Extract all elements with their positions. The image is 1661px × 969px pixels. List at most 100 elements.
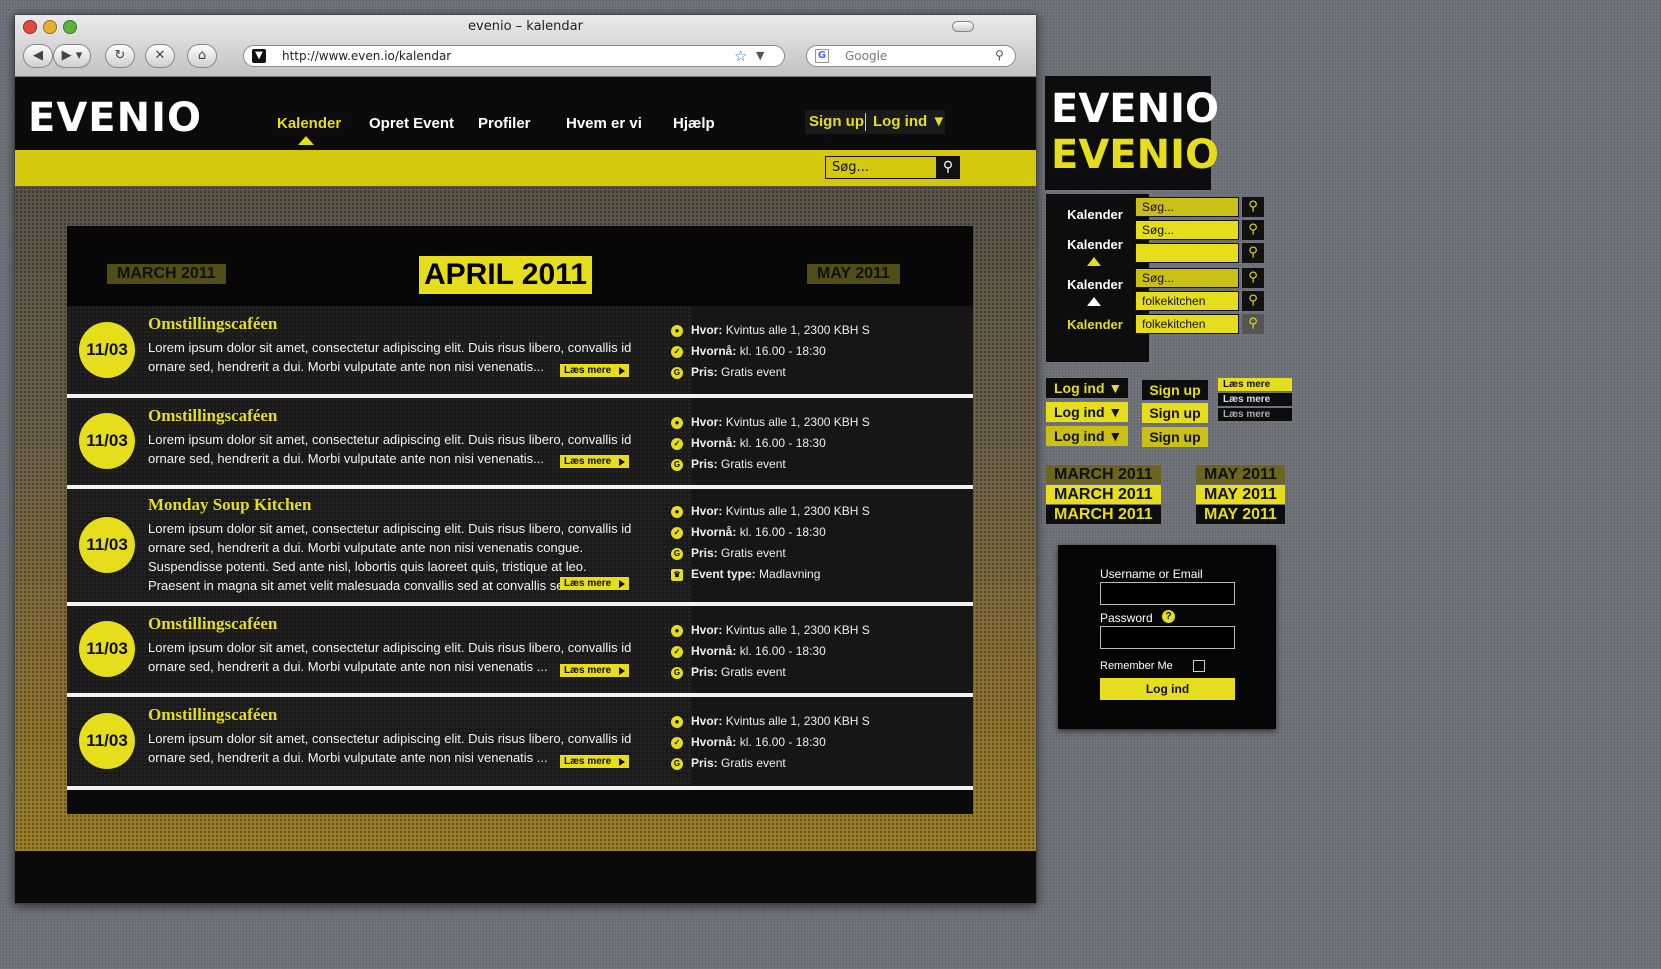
event-title[interactable]: Omstillingscaféen xyxy=(148,705,277,725)
stop-button[interactable]: ✕ xyxy=(145,44,175,68)
read-more-button[interactable]: Læs mere xyxy=(560,455,630,468)
magnifier-icon[interactable]: ⚲ xyxy=(995,48,1004,62)
event-title[interactable]: Monday Soup Kitchen xyxy=(148,495,311,515)
next-month-button[interactable]: MAY 2011 xyxy=(807,264,900,284)
login-button[interactable]: Log ind xyxy=(1100,678,1235,700)
signup-link[interactable]: Sign up xyxy=(809,113,864,130)
event-title[interactable]: Omstillingscaféen xyxy=(148,406,277,426)
prev-month-variant-3[interactable]: MARCH 2011 xyxy=(1046,505,1161,524)
event-info: ● Hvor: Kvintus alle 1, 2300 KBH S ✓ Hvorn… xyxy=(671,711,971,774)
search-icon[interactable]: ⚲ xyxy=(1242,243,1264,263)
nav-states-panel: Kalender Kalender Kalender Kalender xyxy=(1046,194,1149,362)
username-input[interactable] xyxy=(1100,582,1235,605)
next-month-variant-2[interactable]: MAY 2011 xyxy=(1196,485,1285,504)
info-price: G Pris: Gratis event xyxy=(671,362,971,383)
login-variant-2[interactable]: Log ind ▼ xyxy=(1046,402,1128,422)
prev-month-variant-2[interactable]: MARCH 2011 xyxy=(1046,485,1161,504)
browser-search-input[interactable]: G Google ⚲ xyxy=(806,45,1016,67)
info-price: G Pris: Gratis event xyxy=(671,543,971,564)
nav-state-selected: Kalender xyxy=(1067,317,1123,332)
event-row[interactable]: 11/03 Monday Soup Kitchen Lorem ipsum do… xyxy=(67,489,973,606)
bookmark-star-icon[interactable]: ☆ xyxy=(734,47,747,65)
location-pin-icon: ● xyxy=(671,716,683,728)
search-variant-2[interactable]: Søg... xyxy=(1135,220,1239,240)
logo-yellow: EVENIO xyxy=(1051,132,1219,178)
nav-hjaelp[interactable]: Hjælp xyxy=(673,115,715,132)
login-variant-3[interactable]: Log ind ▼ xyxy=(1046,426,1128,446)
google-icon[interactable]: G xyxy=(815,49,829,63)
nav-hvem-er-vi[interactable]: Hvem er vi xyxy=(566,115,642,132)
search-variant-6[interactable]: folkekitchen xyxy=(1135,314,1239,334)
read-more-button[interactable]: Læs mere xyxy=(560,577,630,590)
read-more-variant-2[interactable]: Læs mere xyxy=(1218,393,1292,406)
search-icon[interactable]: ⚲ xyxy=(1242,314,1264,334)
event-row[interactable]: 11/03 Omstillingscaféen Lorem ipsum dolo… xyxy=(67,398,973,489)
search-bar-strip: Søg... ⚲ xyxy=(15,150,1036,186)
check-clock-icon: ✓ xyxy=(671,346,683,358)
username-label: Username or Email xyxy=(1100,567,1203,581)
remember-checkbox[interactable] xyxy=(1193,660,1205,672)
info-where: ● Hvor: Kvintus alle 1, 2300 KBH S xyxy=(671,320,971,341)
info-price: G Pris: Gratis event xyxy=(671,753,971,774)
search-button[interactable]: ⚲ xyxy=(936,156,960,179)
site-logo[interactable]: EVENIO xyxy=(28,95,202,141)
triangle-yellow-icon xyxy=(1087,257,1101,266)
signup-variant-2[interactable]: Sign up xyxy=(1142,403,1208,423)
event-main: 11/03 Omstillingscaféen Lorem ipsum dolo… xyxy=(67,697,692,786)
read-more-variant-1[interactable]: Læs mere xyxy=(1218,378,1292,391)
signup-variant-3[interactable]: Sign up xyxy=(1142,427,1208,447)
address-bar[interactable]: ▼ http://www.even.io/kalendar ☆ ▼ xyxy=(243,45,785,67)
location-pin-icon: ● xyxy=(671,325,683,337)
search-icon[interactable]: ⚲ xyxy=(1242,197,1264,217)
read-more-button[interactable]: Læs mere xyxy=(560,755,630,768)
prev-month-button[interactable]: MARCH 2011 xyxy=(107,264,226,284)
password-label: Password xyxy=(1100,611,1153,625)
search-variant-1[interactable]: Søg... xyxy=(1135,197,1239,217)
info-when: ✓ Hvornå: kl. 16.00 - 18:30 xyxy=(671,433,971,454)
search-variant-5[interactable]: folkekitchen xyxy=(1135,291,1239,311)
event-row[interactable]: 11/03 Omstillingscaféen Lorem ipsum dolo… xyxy=(67,606,973,697)
signup-variant-1[interactable]: Sign up xyxy=(1142,380,1208,400)
price-icon: G xyxy=(671,758,683,770)
search-icon: ⚲ xyxy=(942,159,954,175)
chevron-down-icon[interactable]: ▼ xyxy=(756,49,764,62)
login-variant-1[interactable]: Log ind ▼ xyxy=(1046,378,1128,398)
info-where: ● Hvor: Kvintus alle 1, 2300 KBH S xyxy=(671,501,971,522)
event-date: 11/03 xyxy=(79,621,135,677)
nav-profiler[interactable]: Profiler xyxy=(478,115,531,132)
password-input[interactable] xyxy=(1100,626,1235,649)
read-more-button[interactable]: Læs mere xyxy=(560,664,630,677)
next-month-variant-3[interactable]: MAY 2011 xyxy=(1196,505,1285,524)
event-title[interactable]: Omstillingscaféen xyxy=(148,614,277,634)
event-info: ● Hvor: Kvintus alle 1, 2300 KBH S ✓ Hvorn… xyxy=(671,501,971,585)
search-variant-4[interactable]: Søg... xyxy=(1135,268,1239,288)
event-row[interactable]: 11/03 Omstillingscaféen Lorem ipsum dolo… xyxy=(67,306,973,398)
site-header: EVENIO Kalender Opret Event Profiler Hve… xyxy=(15,77,1036,150)
help-icon[interactable]: ? xyxy=(1162,610,1175,623)
auth-divider xyxy=(865,113,866,131)
nav-kalender[interactable]: Kalender xyxy=(277,115,341,132)
crown-icon: ♛ xyxy=(671,569,683,581)
home-button[interactable]: ⌂ xyxy=(187,44,217,68)
nav-opret-event[interactable]: Opret Event xyxy=(369,115,454,132)
search-variant-3[interactable] xyxy=(1135,243,1239,263)
info-type: ♛ Event type: Madlavning xyxy=(671,564,971,585)
back-button[interactable]: ◀ xyxy=(23,44,53,68)
toolbar-toggle-icon[interactable] xyxy=(952,21,974,32)
next-month-variant-1[interactable]: MAY 2011 xyxy=(1196,465,1285,484)
price-icon: G xyxy=(671,459,683,471)
read-more-variant-3[interactable]: Læs mere xyxy=(1218,408,1292,421)
reload-button[interactable]: ↻ xyxy=(105,44,135,68)
logo-variants-panel: EVENIO EVENIO xyxy=(1045,76,1219,190)
price-icon: G xyxy=(671,367,683,379)
read-more-button[interactable]: Læs mere xyxy=(560,364,630,377)
login-dropdown[interactable]: Log ind ▼ xyxy=(873,113,946,130)
search-icon[interactable]: ⚲ xyxy=(1242,291,1264,311)
event-row[interactable]: 11/03 Omstillingscaféen Lorem ipsum dolo… xyxy=(67,697,973,790)
prev-month-variant-1[interactable]: MARCH 2011 xyxy=(1046,465,1161,484)
search-icon[interactable]: ⚲ xyxy=(1242,220,1264,240)
event-info: ● Hvor: Kvintus alle 1, 2300 KBH S ✓ Hvorn… xyxy=(671,320,971,383)
search-icon[interactable]: ⚲ xyxy=(1242,268,1264,288)
forward-button[interactable]: ▶ ▾ xyxy=(53,44,91,68)
event-title[interactable]: Omstillingscaféen xyxy=(148,314,277,334)
